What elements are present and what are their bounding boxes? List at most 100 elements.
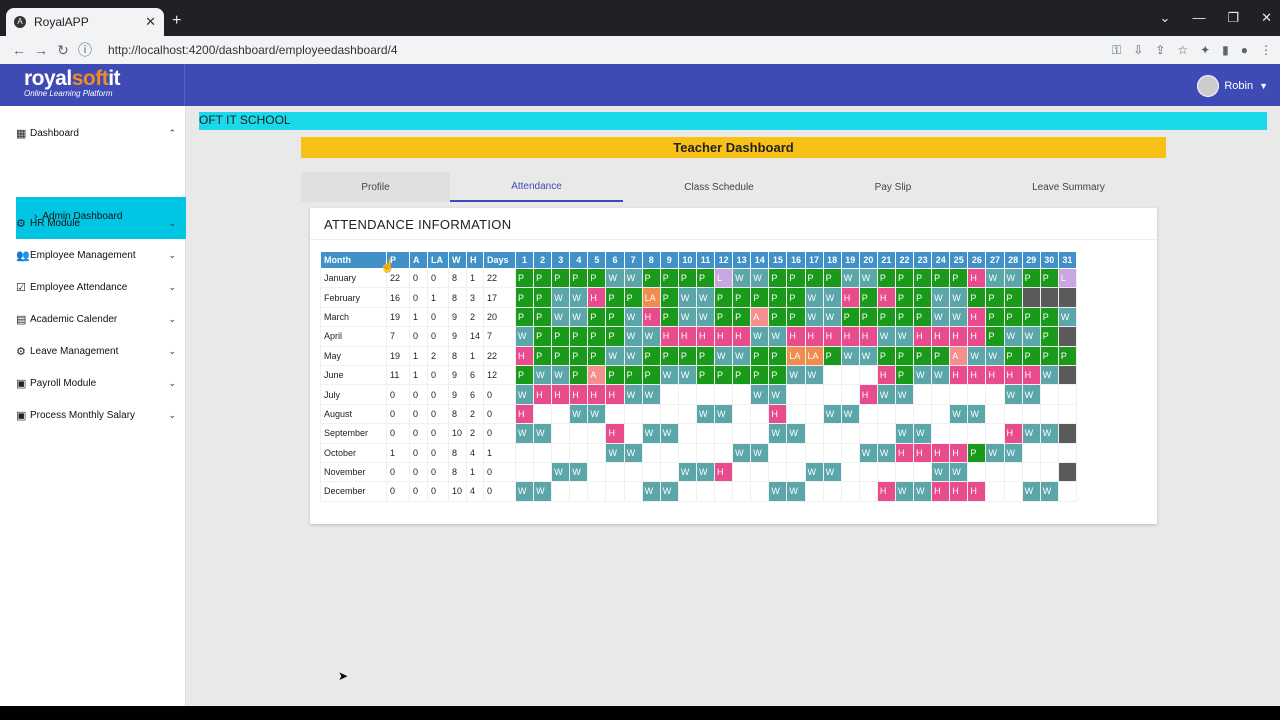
day-cell: P (569, 364, 589, 386)
sidebar-item-leave-management[interactable]: ⚙ Leave Management ⌄ (16, 341, 176, 361)
profile-icon[interactable]: ● (1241, 43, 1248, 58)
sidebar-item-hr-module[interactable]: ⚙ HR Module ⌄ (16, 213, 176, 233)
tab-attendance[interactable]: Attendance (450, 172, 623, 202)
logo-tagline: Online Learning Platform (24, 89, 113, 98)
day-cell: P (985, 326, 1005, 347)
day-cell (569, 481, 589, 502)
sidebar-item-employee-attendance[interactable]: ☑ Employee Attendance ⌄ (16, 277, 176, 297)
day-cell: P (569, 326, 589, 347)
day-header: 23 (913, 251, 933, 269)
day-cell: P (1003, 287, 1023, 308)
close-window-icon[interactable]: ✕ (1261, 10, 1272, 26)
back-icon[interactable]: ← (8, 42, 30, 58)
tab-leave-summary[interactable]: Leave Summary (971, 172, 1166, 202)
user-cog-icon: ⚙ (16, 217, 26, 230)
day-cell (750, 423, 770, 444)
sidebar-item-dashboard[interactable]: ▦ Dashboard ⌃ (16, 123, 176, 143)
day-cell: W (659, 481, 679, 502)
tab-class-schedule[interactable]: Class Schedule (623, 172, 815, 202)
menu-icon[interactable]: ⋮ (1260, 43, 1272, 58)
site-info-icon[interactable]: ⓘ (74, 40, 96, 60)
tab-profile[interactable]: Profile (301, 172, 450, 202)
day-header: 30 (1039, 251, 1059, 269)
sidebar-item-employee-management[interactable]: 👥 Employee Management ⌄ (16, 245, 176, 265)
day-header: 28 (1003, 251, 1023, 269)
extensions-icon[interactable]: ✦ (1200, 43, 1210, 58)
day-cell: P (1039, 345, 1059, 366)
day-cell (768, 442, 788, 463)
day-cell: P (1039, 267, 1059, 289)
day-cell (949, 384, 969, 405)
stat-cell: 2 (427, 345, 449, 366)
day-cell: H (695, 326, 716, 347)
day-cell: W (514, 326, 535, 347)
new-tab-button[interactable]: + (172, 12, 181, 30)
stat-cell: 0 (409, 267, 428, 289)
chevron-up-icon: ⌃ (168, 127, 176, 138)
day-cell: P (913, 345, 933, 366)
logo[interactable]: royalsoftit Online Learning Platform (0, 64, 185, 106)
install-icon[interactable]: ⇩ (1133, 43, 1143, 58)
browser-tab[interactable]: A RoyalAPP ✕ (6, 8, 164, 36)
chevron-down-icon: ⌄ (168, 377, 176, 388)
day-cell (1021, 442, 1041, 463)
day-cell (587, 423, 607, 444)
sidebar-item-process-monthly-salary[interactable]: ▣ Process Monthly Salary ⌄ (16, 405, 176, 425)
day-cell: W (913, 423, 933, 444)
stat-cell: 22 (483, 267, 516, 289)
stat-cell: 8 (448, 403, 467, 425)
day-cell: H (822, 326, 842, 347)
day-cell: H (533, 384, 553, 405)
minimize-icon[interactable]: — (1192, 10, 1205, 26)
user-menu[interactable]: Robin ▼ (1197, 75, 1268, 97)
day-cell (1003, 461, 1023, 483)
day-cell: W (551, 306, 571, 328)
day-cell (876, 461, 896, 483)
day-header: 6 (605, 251, 625, 269)
day-cell: W (985, 442, 1005, 463)
payroll-icon: ▣ (16, 409, 27, 422)
sidebar-item-payroll-module[interactable]: ▣ Payroll Module ⌄ (16, 373, 176, 393)
stat-cell: 0 (409, 461, 428, 483)
stat-cell: 19 (386, 306, 410, 328)
day-cell (514, 442, 535, 463)
day-cell (822, 442, 842, 463)
tab-pay-slip[interactable]: Pay Slip (815, 172, 971, 202)
tab-close-icon[interactable]: ✕ (145, 14, 156, 30)
day-cell: W (949, 403, 969, 425)
table-row: May 19 1 2 8 1 22 H P P P P W W P P P P W W P P LA LA P W W P P P P A W W… (320, 345, 1077, 366)
stat-cell: 10 (448, 423, 467, 444)
restore-icon[interactable]: ❐ (1227, 10, 1239, 26)
day-cell (732, 403, 752, 425)
day-cell: W (804, 306, 824, 328)
day-cell (514, 461, 535, 483)
day-cell: W (822, 287, 842, 308)
day-cell: W (623, 384, 643, 405)
star-icon[interactable]: ☆ (1177, 43, 1188, 58)
forward-icon[interactable]: → (30, 42, 52, 58)
day-cell (840, 442, 860, 463)
day-cell: H (876, 364, 896, 386)
sidepanel-icon[interactable]: ▮ (1222, 43, 1229, 58)
day-cell: P (804, 267, 824, 289)
day-cell (786, 461, 806, 483)
tab-search-icon[interactable]: ⌄ (1160, 10, 1171, 26)
day-cell (1057, 442, 1077, 463)
day-cell: A (587, 364, 607, 386)
sidebar-item-academic-calender[interactable]: ▤ Academic Calender ⌄ (16, 309, 176, 329)
day-cell: H (605, 384, 625, 405)
key-icon[interactable]: ⚿ (1112, 43, 1121, 58)
url-field[interactable]: http://localhost:4200/dashboard/employee… (108, 43, 1112, 57)
day-cell: W (677, 306, 697, 328)
day-cell (985, 403, 1005, 425)
stat-cell: 9 (448, 364, 467, 386)
day-cell: H (949, 326, 969, 347)
day-cell: P (732, 364, 752, 386)
day-cell: W (1039, 423, 1059, 444)
share-icon[interactable]: ⇪ (1155, 43, 1165, 58)
day-cell: W (623, 326, 643, 347)
month-cell: May (320, 345, 387, 366)
stat-cell: 0 (386, 423, 410, 444)
sidebar-item-label: Employee Management (30, 249, 136, 261)
reload-icon[interactable]: ↻ (52, 42, 74, 59)
